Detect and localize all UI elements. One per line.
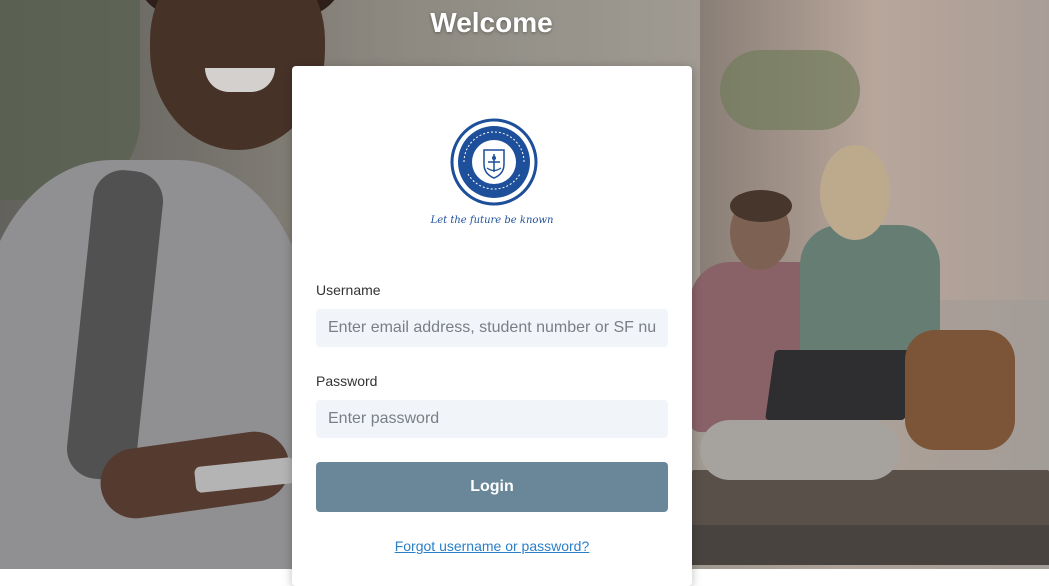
page-title: Welcome: [430, 7, 553, 38]
college-crest-icon: [450, 118, 538, 206]
login-button[interactable]: Login: [316, 462, 668, 512]
username-label: Username: [316, 282, 381, 298]
password-input[interactable]: [316, 400, 668, 438]
college-tagline: Let the future be known: [430, 215, 554, 226]
password-label: Password: [316, 373, 378, 389]
forgot-credentials-link[interactable]: Forgot username or password?: [292, 538, 692, 554]
username-input[interactable]: [316, 309, 668, 347]
login-card: Let the future be known Username Passwor…: [292, 66, 692, 586]
